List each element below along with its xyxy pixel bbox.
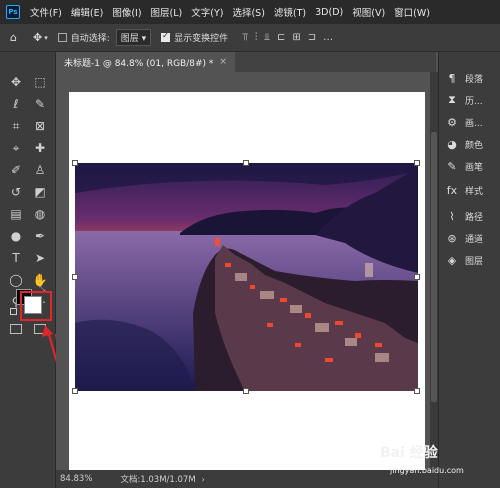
panel-styles[interactable]: fx 样式: [445, 180, 483, 200]
transform-handle-mr[interactable]: [414, 274, 420, 280]
align-hcenter-icon[interactable]: ⊞: [292, 32, 300, 43]
menu-view[interactable]: 视图(V): [352, 5, 385, 19]
menu-edit[interactable]: 编辑(E): [71, 5, 103, 19]
brush-settings-icon: ⚙: [447, 115, 457, 129]
panel-label: 历...: [465, 96, 483, 107]
align-bottom-icon[interactable]: ⫫: [264, 32, 270, 43]
annotation-arrow: [55, 334, 56, 343]
transform-handle-bc[interactable]: [243, 388, 249, 394]
styles-icon: fx: [446, 183, 458, 197]
panel-label: 画笔: [465, 162, 484, 173]
document-tab-bar: 未标题-1 @ 84.8% (01, RGB/8#) * ×: [56, 52, 436, 72]
align-right-icon[interactable]: ⊐: [308, 32, 316, 43]
align-buttons: ⫪ ⫶ ⫫ ⊏ ⊞ ⊐ …: [242, 32, 333, 43]
transform-handle-tc[interactable]: [243, 160, 249, 166]
move-tool-icon[interactable]: ✥: [33, 31, 42, 44]
menu-filter[interactable]: 滤镜(T): [274, 5, 306, 19]
panel-channels[interactable]: ⊛ 通道: [445, 228, 483, 248]
menu-type[interactable]: 文字(Y): [191, 5, 223, 19]
align-vcenter-icon[interactable]: ⫶: [255, 32, 258, 43]
more-icon[interactable]: …: [323, 32, 333, 43]
document-tab[interactable]: 未标题-1 @ 84.8% (01, RGB/8#) * ×: [56, 52, 235, 72]
panel-brush-settings[interactable]: ⚙ 画...: [445, 112, 483, 132]
align-top-icon[interactable]: ⫪: [242, 32, 248, 43]
panel-label: 样式: [465, 186, 484, 197]
panel-brushes[interactable]: ✎ 画笔: [445, 156, 483, 176]
layer-select-dropdown[interactable]: 图层 ▾: [115, 29, 152, 46]
panel-label: 通道: [465, 234, 484, 245]
zoom-level[interactable]: 84.83%: [60, 474, 92, 484]
transform-handle-tr[interactable]: [414, 160, 420, 166]
menu-bar: Ps 文件(F) 编辑(E) 图像(I) 图层(L) 文字(Y) 选择(S) 滤…: [0, 0, 500, 24]
document-info: 文档:1.03M/1.07M: [120, 475, 196, 485]
close-icon[interactable]: ×: [219, 57, 227, 67]
transform-handle-br[interactable]: [414, 388, 420, 394]
channels-icon: ⊛: [447, 231, 457, 245]
auto-select-label: 自动选择:: [70, 34, 110, 44]
home-icon[interactable]: ⌂: [10, 31, 17, 44]
panel-history[interactable]: ⧗ 历...: [445, 90, 483, 110]
panel-label: 路径: [465, 212, 484, 223]
panel-color[interactable]: ◕ 颜色: [445, 134, 483, 154]
menu-image[interactable]: 图像(I): [112, 5, 141, 19]
document-tab-title: 未标题-1 @ 84.8% (01, RGB/8#) *: [64, 58, 214, 69]
panel-paragraph[interactable]: ¶ 段落: [445, 68, 484, 88]
transform-handle-ml[interactable]: [72, 274, 78, 280]
scrollbar-thumb[interactable]: [431, 132, 437, 402]
panel-layers[interactable]: ◈ 图层: [445, 250, 483, 270]
menu-file[interactable]: 文件(F): [30, 5, 62, 19]
layers-icon: ◈: [447, 253, 457, 267]
panel-label: 颜色: [465, 140, 484, 151]
watermark-logo: Bai 经验: [380, 445, 438, 461]
transform-handle-tl[interactable]: [72, 160, 78, 166]
show-transform-checkbox[interactable]: [161, 31, 171, 42]
brush-icon: ✎: [447, 159, 457, 173]
layer-select-value: 图层: [120, 34, 139, 44]
auto-select-checkbox[interactable]: [57, 33, 67, 42]
show-transform-label: 显示变换控件: [174, 34, 229, 44]
align-left-icon[interactable]: ⊏: [277, 32, 285, 43]
tools-panel: ✥ ⬚ ℓ ✎ ⌗ ⊠ ⌖ ✚ ✐ ♙ ↺ ◩ ▤ ◍ ● ✒ T ➤ ◯ ✋ …: [0, 52, 56, 488]
panel-paths[interactable]: ⌇ 路径: [445, 206, 483, 226]
menu-window[interactable]: 窗口(W): [394, 5, 430, 19]
menu-3d[interactable]: 3D(D): [315, 7, 343, 18]
photoshop-logo-icon: Ps: [6, 5, 20, 19]
panel-label: 段落: [465, 74, 484, 85]
menu-select[interactable]: 选择(S): [232, 5, 264, 19]
paths-icon: ⌇: [449, 209, 455, 223]
chevron-right-icon[interactable]: ›: [202, 475, 205, 484]
panel-label: 画...: [465, 118, 483, 129]
status-bar: 84.83% 文档:1.03M/1.07M ›: [56, 470, 438, 488]
panel-strip: ¶ 段落 ⧗ 历... ⚙ 画... ◕ 颜色 ✎ 画笔 fx 样式 ⌇ 路径 ⊛ 通道 ◈ 图层: [438, 52, 500, 488]
options-bar: ⌂ ✥ ▾ 自动选择: 图层 ▾ 显示变换控件 ⫪ ⫶ ⫫ ⊏ ⊞ ⊐ …: [0, 24, 500, 52]
watermark-url: jingyan.baidu.com: [390, 466, 464, 475]
paragraph-icon: ¶: [448, 71, 456, 85]
color-icon: ◕: [447, 137, 457, 151]
vertical-scrollbar[interactable]: [430, 72, 438, 470]
chevron-down-icon[interactable]: ▾: [44, 34, 48, 42]
menu-layer[interactable]: 图层(L): [151, 5, 183, 19]
panel-label: 图层: [465, 256, 484, 267]
photo-layer[interactable]: [75, 163, 418, 391]
history-icon: ⧗: [448, 93, 456, 106]
transform-handle-bl[interactable]: [72, 388, 78, 394]
